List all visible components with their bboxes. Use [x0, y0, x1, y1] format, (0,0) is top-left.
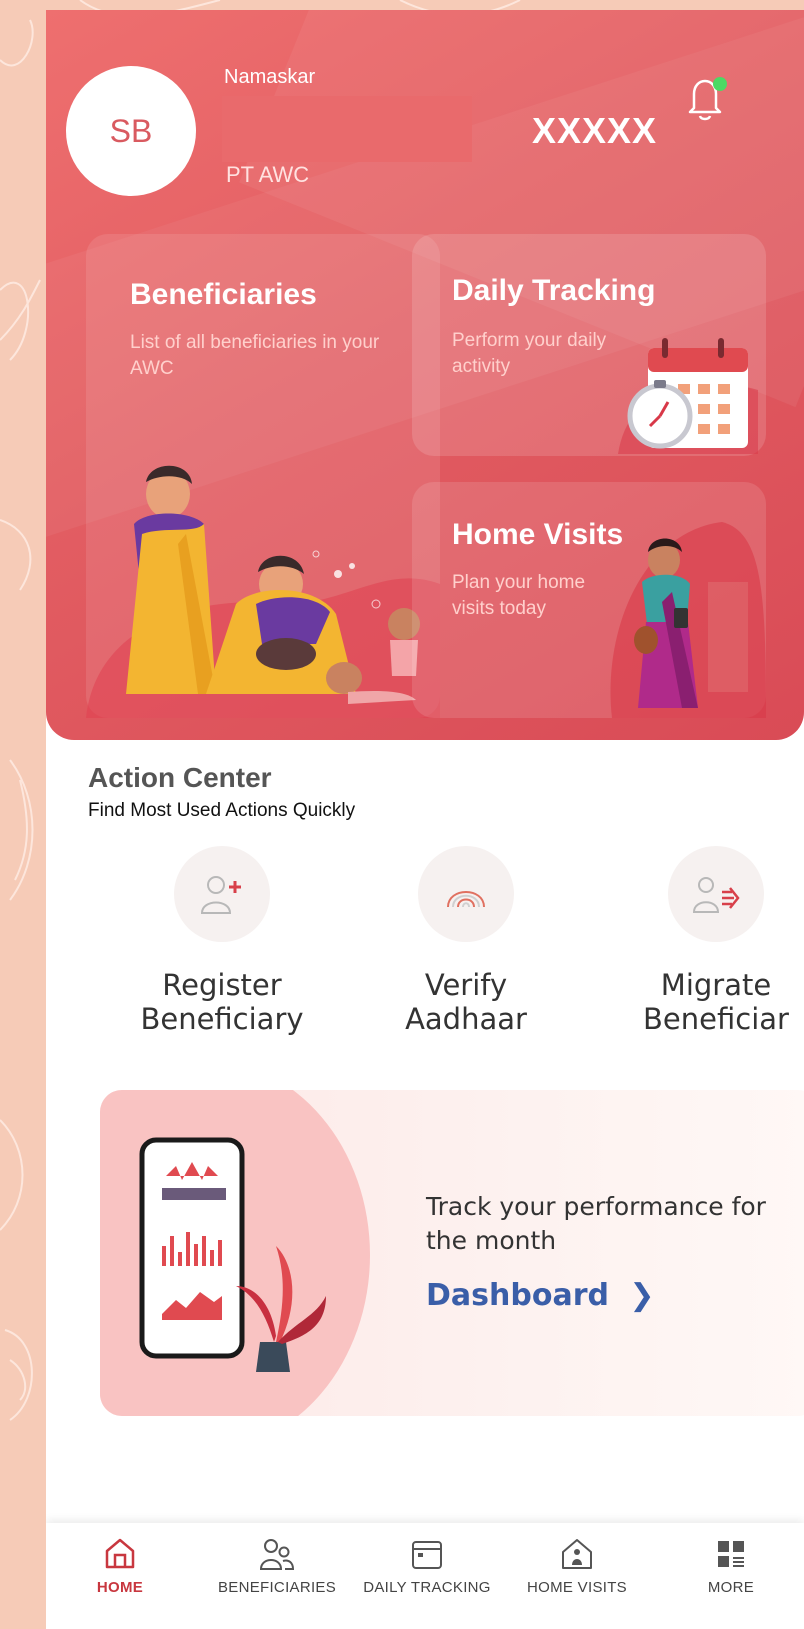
mother-children-illustration — [86, 465, 440, 718]
app-screen: SB Namaskar PT AWC XXXXX Beneficiaries L… — [46, 10, 804, 1629]
nav-daily-tracking[interactable]: DAILY TRACKING — [352, 1537, 502, 1596]
dashboard-description: Track your performance for the month — [426, 1192, 766, 1255]
bottom-navigation: HOME BENEFICIARIES DAILY TRACKING HOME V… — [46, 1523, 804, 1629]
dashboard-card[interactable]: Track your performance for the month Das… — [100, 1090, 804, 1416]
avatar-initials: SB — [109, 112, 153, 149]
migrate-beneficiary-action[interactable]: Migrate Beneficiar — [596, 846, 804, 1036]
dashboard-link-label: Dashboard — [426, 1278, 609, 1313]
verify-aadhaar-action[interactable]: Verify Aadhaar — [346, 846, 586, 1036]
home-visits-card-title: Home Visits — [452, 518, 624, 551]
add-user-icon — [174, 846, 270, 942]
daily-tracking-card[interactable]: Daily Tracking Perform your daily activi… — [412, 234, 766, 456]
avatar[interactable]: SB — [66, 66, 196, 196]
verify-aadhaar-label: Verify Aadhaar — [405, 968, 527, 1036]
user-role: PT AWC — [226, 162, 310, 187]
migrate-beneficiary-label: Migrate Beneficiar — [643, 968, 789, 1036]
dashboard-link[interactable]: Dashboard ❯ — [426, 1278, 655, 1313]
greeting-text: Namaskar — [224, 66, 316, 88]
home-visits-card[interactable]: Home Visits Plan your home visits today — [412, 482, 766, 718]
nav-daily-tracking-label: DAILY TRACKING — [363, 1579, 491, 1596]
health-worker-illustration — [610, 522, 766, 718]
nav-beneficiaries[interactable]: BENEFICIARIES — [202, 1537, 352, 1596]
users-icon — [259, 1539, 295, 1570]
nav-beneficiaries-label: BENEFICIARIES — [217, 1579, 337, 1596]
nav-home-visits[interactable]: HOME VISITS — [512, 1537, 642, 1596]
nav-home-visits-label: HOME VISITS — [527, 1579, 627, 1596]
bell-icon[interactable] — [680, 72, 730, 124]
grid-menu-icon — [718, 1541, 744, 1567]
beneficiaries-card-title: Beneficiaries — [130, 278, 317, 311]
daily-tracking-card-title: Daily Tracking — [452, 274, 656, 307]
action-center-title: Action Center — [88, 762, 272, 793]
action-center-subtitle: Find Most Used Actions Quickly — [88, 800, 356, 821]
fingerprint-icon — [418, 846, 514, 942]
nav-home[interactable]: HOME — [90, 1537, 150, 1596]
nav-home-label: HOME — [96, 1579, 144, 1596]
calendar-clock-illustration — [618, 338, 758, 454]
migrate-user-icon — [668, 846, 764, 942]
home-person-icon — [562, 1539, 592, 1569]
beneficiaries-card[interactable]: Beneficiaries List of all beneficiaries … — [86, 234, 440, 718]
nav-more[interactable]: MORE — [696, 1537, 766, 1596]
register-beneficiary-action[interactable]: Register Beneficiary — [102, 846, 342, 1036]
calendar-icon — [412, 1541, 442, 1569]
beneficiaries-card-desc: List of all beneficiaries in your AWC — [130, 332, 380, 379]
nav-more-label: MORE — [707, 1579, 755, 1596]
masked-id: XXXXX — [532, 110, 658, 151]
phone-performance-illustration — [139, 1137, 326, 1372]
home-icon — [105, 1538, 135, 1569]
register-beneficiary-label: Register Beneficiary — [140, 968, 304, 1036]
header-panel: SB Namaskar PT AWC XXXXX Beneficiaries L… — [46, 10, 804, 740]
chevron-right-icon: ❯ — [629, 1278, 655, 1313]
user-name-redacted — [222, 96, 472, 162]
